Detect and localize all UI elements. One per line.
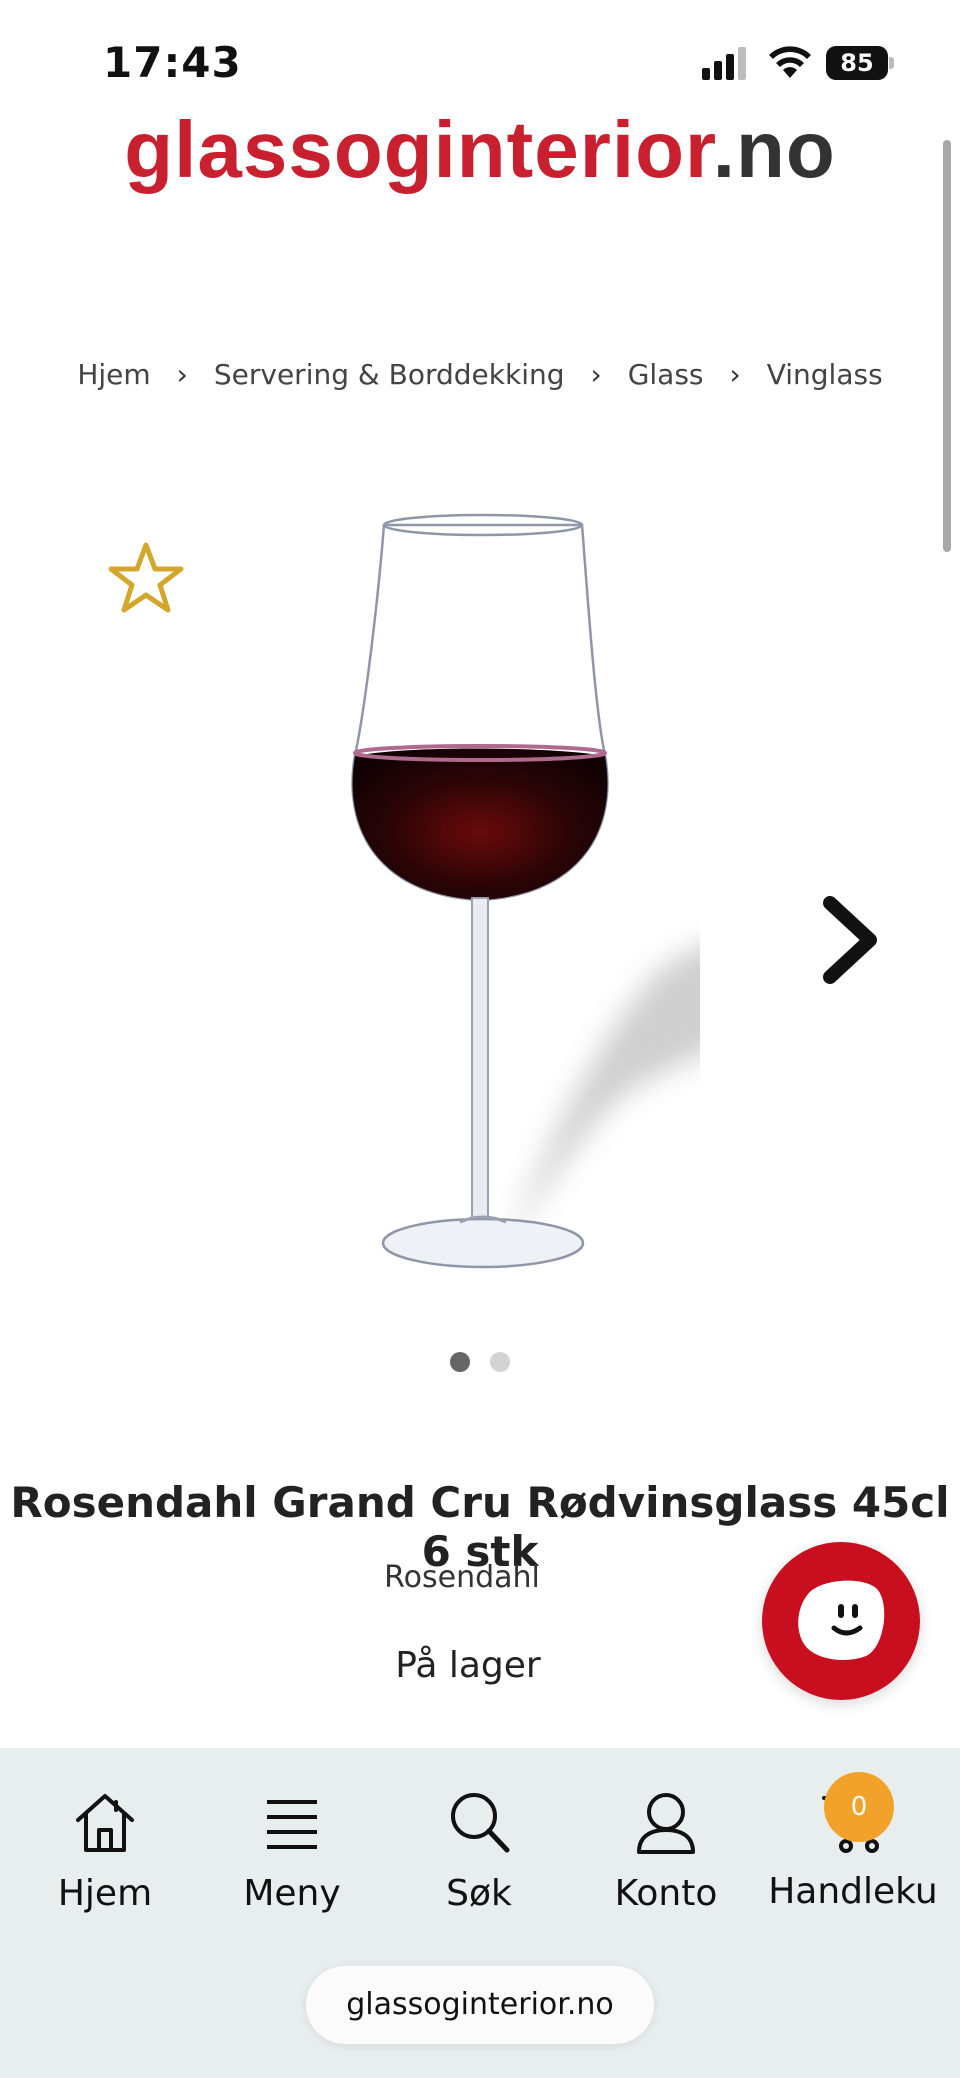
cart-count-badge: 0: [824, 1772, 894, 1842]
breadcrumb-item-glass[interactable]: Glass: [628, 358, 704, 391]
battery-icon: 85: [826, 46, 894, 80]
chat-face-icon: [798, 1580, 885, 1660]
breadcrumb-item-vinglass[interactable]: Vinglass: [767, 358, 883, 391]
star-outline-icon[interactable]: [108, 540, 184, 616]
nav-item-search[interactable]: Søk: [384, 1788, 574, 1916]
nav-item-menu[interactable]: Meny: [197, 1788, 387, 1916]
gallery-dot[interactable]: [490, 1352, 510, 1372]
product-page: 17:43 85 glassoginterior.no Hjem › Serve…: [0, 0, 960, 2078]
nav-item-account[interactable]: Konto: [571, 1788, 761, 1916]
logo-tld-text: .no: [712, 105, 836, 194]
menu-icon: [267, 1800, 317, 1849]
status-time: 17:43: [103, 38, 242, 87]
address-bar[interactable]: glassoginterior.no: [306, 1966, 654, 2044]
page-scrollbar[interactable]: [943, 140, 951, 552]
breadcrumb-separator: ›: [590, 358, 602, 391]
nav-label-account: Konto: [614, 1873, 718, 1914]
nav-label-cart: Handlekurv: [768, 1872, 938, 1916]
breadcrumb-separator: ›: [176, 358, 188, 391]
product-image[interactable]: [300, 500, 700, 1300]
user-icon: [637, 1793, 695, 1854]
battery-tip: [889, 57, 894, 69]
home-icon: [76, 1794, 134, 1852]
signal-icon: [702, 47, 746, 80]
breadcrumb-item-servering[interactable]: Servering & Borddekking: [214, 358, 565, 391]
search-icon: [451, 1793, 510, 1853]
nav-label-home: Hjem: [57, 1873, 153, 1914]
nav-item-home[interactable]: Hjem: [10, 1788, 200, 1916]
wifi-icon: [769, 46, 811, 78]
nav-label-search: Søk: [446, 1873, 512, 1914]
battery-level: 85: [840, 49, 874, 77]
battery-body: 85: [826, 46, 888, 80]
gallery-dot-active[interactable]: [450, 1352, 470, 1372]
chevron-right-icon[interactable]: [818, 895, 882, 985]
nav-label-menu: Meny: [243, 1873, 341, 1914]
breadcrumb-separator: ›: [729, 358, 741, 391]
breadcrumb: Hjem › Servering & Borddekking › Glass ›…: [0, 358, 960, 391]
status-bar: 17:43 85: [0, 0, 960, 110]
gallery-pagination: [0, 1352, 960, 1372]
breadcrumb-item-hjem[interactable]: Hjem: [77, 358, 150, 391]
logo-main-text: glassoginterior: [124, 105, 713, 194]
chat-button[interactable]: [762, 1542, 920, 1700]
site-logo[interactable]: glassoginterior.no: [0, 100, 960, 200]
